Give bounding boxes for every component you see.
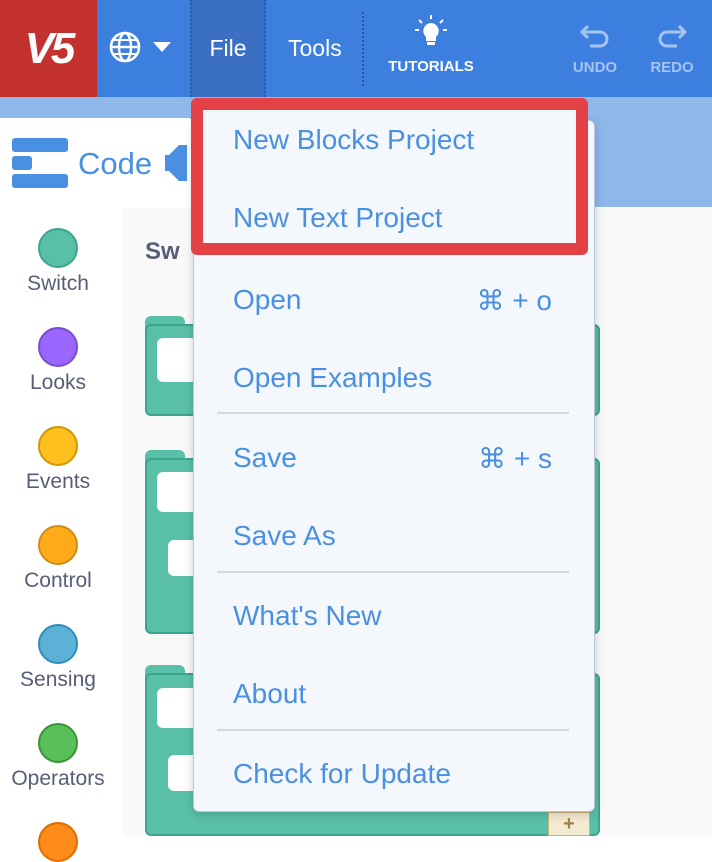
menu-divider	[217, 729, 569, 731]
block-slot	[157, 472, 197, 512]
category-looks[interactable]: Looks	[0, 327, 116, 395]
category-label: Operators	[11, 767, 105, 790]
category-more-dot	[38, 822, 78, 862]
category-label: Looks	[29, 371, 87, 394]
open-shortcut: ⌘ + o	[476, 285, 552, 316]
chevron-down-icon	[153, 42, 171, 52]
category-operators[interactable]: Operators	[0, 723, 116, 791]
menu-item-save-as[interactable]: Save As	[233, 520, 336, 552]
file-menu-button[interactable]: File	[190, 0, 266, 97]
category-label: Sensing	[20, 668, 96, 691]
category-events-dot	[38, 426, 78, 466]
menu-item-new-blocks-project[interactable]: New Blocks Project	[233, 124, 474, 156]
code-tab-label: Code	[78, 146, 153, 181]
category-label: Control	[24, 569, 92, 592]
globe-icon	[109, 31, 141, 63]
undo-button[interactable]: UNDO	[566, 22, 624, 76]
undo-icon	[579, 24, 609, 48]
block-slot	[157, 688, 197, 728]
sound-tab-icon	[165, 145, 187, 181]
category-control[interactable]: Control	[0, 525, 116, 593]
tutorials-label: TUTORIALS	[388, 58, 474, 75]
menu-item-about[interactable]: About	[233, 678, 306, 710]
category-label: Events	[25, 470, 91, 493]
menu-divider	[217, 412, 569, 414]
tools-menu-button[interactable]: Tools	[288, 35, 342, 62]
redo-label: REDO	[650, 59, 694, 76]
file-menu-label: File	[209, 35, 247, 61]
category-label: Switch	[27, 272, 89, 295]
v5-logo[interactable]: V5	[0, 0, 97, 97]
redo-icon	[658, 24, 688, 48]
menu-item-new-text-project[interactable]: New Text Project	[233, 202, 443, 234]
language-menu[interactable]	[108, 30, 172, 64]
category-looks-dot	[38, 327, 78, 367]
category-operators-dot	[38, 723, 78, 763]
category-switch-dot	[38, 228, 78, 268]
category-events[interactable]: Events	[0, 426, 116, 494]
tutorials-button[interactable]: TUTORIALS	[383, 15, 479, 75]
menu-item-whats-new[interactable]: What's New	[233, 600, 382, 632]
block-slot	[157, 338, 197, 382]
menu-item-check-for-update[interactable]: Check for Update	[233, 758, 451, 790]
save-shortcut: ⌘ + s	[478, 443, 552, 474]
category-sensing[interactable]: Sensing	[0, 624, 116, 692]
category-sensing-dot	[38, 624, 78, 664]
add-block-button[interactable]: +	[548, 812, 590, 836]
menu-bar: V5 File Tools TUTORIALS UNDO REDO	[0, 0, 712, 97]
code-blocks-icon	[12, 138, 68, 188]
menu-item-save[interactable]: Save	[233, 442, 297, 474]
redo-button[interactable]: REDO	[643, 22, 701, 76]
lightbulb-icon	[415, 15, 447, 45]
category-more[interactable]	[0, 822, 116, 862]
category-switch[interactable]: Switch	[0, 228, 116, 296]
menu-item-open-examples[interactable]: Open Examples	[233, 362, 432, 394]
category-control-dot	[38, 525, 78, 565]
palette-section-label: Sw	[145, 238, 180, 265]
menu-item-open[interactable]: Open	[233, 284, 302, 316]
menu-separator	[362, 12, 364, 86]
logo-text: V5	[24, 23, 76, 73]
menu-divider	[217, 571, 569, 573]
undo-label: UNDO	[572, 59, 618, 76]
